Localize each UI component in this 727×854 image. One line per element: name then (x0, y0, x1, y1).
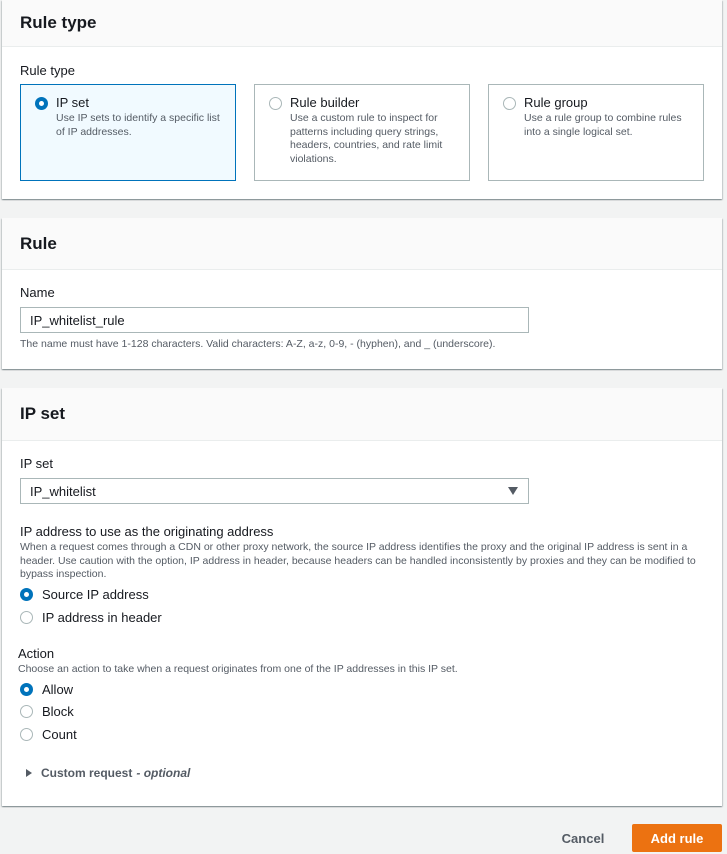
count-label: Count (42, 727, 77, 742)
allow-label: Allow (42, 682, 74, 697)
rule-name-constraint: The name must have 1-128 characters. Val… (20, 338, 496, 350)
rule-type-tile-rule-group[interactable]: Rule group Use a rule group to combine r… (488, 84, 704, 181)
cancel-button[interactable]: Cancel (552, 826, 614, 850)
source-ip-radio[interactable] (20, 588, 33, 601)
rule-group-radio[interactable] (503, 97, 516, 110)
origin-option-source-ip[interactable]: Source IP address (20, 587, 149, 602)
header-ip-label: IP address in header (42, 610, 162, 625)
rule-type-tile-rule-builder[interactable]: Rule builder Use a custom rule to inspec… (254, 84, 470, 181)
rule-panel: Rule Name IP_whitelist_rule The name mus… (2, 218, 722, 369)
rule-name-value: IP_whitelist_rule (30, 312, 125, 328)
origin-address-description: When a request comes through a CDN or ot… (20, 541, 696, 580)
tile-title-rule-builder: Rule builder (290, 95, 360, 110)
rule-name-input[interactable]: IP_whitelist_rule (20, 307, 529, 333)
rule-type-tile-ip-set[interactable]: IP set Use IP sets to identify a specifi… (20, 84, 236, 181)
rule-type-panel-title: Rule type (20, 13, 97, 32)
custom-request-label: Custom request (41, 766, 133, 780)
block-radio[interactable] (20, 705, 33, 718)
custom-request-expander[interactable]: Custom request - optional (26, 766, 190, 780)
ip-set-field-label: IP set (20, 456, 54, 471)
action-option-allow[interactable]: Allow (20, 682, 73, 697)
ip-set-radio[interactable] (35, 97, 48, 110)
rule-builder-radio[interactable] (269, 97, 282, 110)
ip-set-panel-header: IP set (2, 388, 722, 441)
origin-address-label: IP address to use as the originating add… (20, 524, 274, 539)
source-ip-label: Source IP address (42, 587, 149, 602)
allow-radio[interactable] (20, 683, 33, 696)
custom-request-optional: - optional (136, 766, 191, 780)
caret-right-icon (26, 769, 32, 777)
caret-down-icon (508, 487, 518, 495)
action-option-block[interactable]: Block (20, 704, 74, 719)
add-rule-button[interactable]: Add rule (632, 824, 722, 852)
tile-desc-rule-group: Use a rule group to combine rules into a… (524, 112, 682, 138)
ip-set-select[interactable]: IP_whitelist (20, 478, 529, 504)
rule-name-label: Name (20, 285, 55, 300)
rule-type-panel: Rule type Rule type IP set Use IP sets t… (2, 0, 722, 199)
rule-type-field-label: Rule type (20, 63, 75, 78)
tile-title-ip-set: IP set (56, 95, 90, 110)
action-description: Choose an action to take when a request … (18, 663, 458, 675)
count-radio[interactable] (20, 728, 33, 741)
block-label: Block (42, 704, 74, 719)
header-ip-radio[interactable] (20, 611, 33, 624)
tile-title-rule-group: Rule group (524, 95, 588, 110)
rule-panel-title: Rule (20, 233, 57, 253)
origin-option-header[interactable]: IP address in header (20, 610, 162, 625)
ip-set-select-value: IP_whitelist (30, 483, 96, 499)
rule-panel-header: Rule (2, 218, 722, 270)
ip-set-panel-title: IP set (20, 404, 66, 423)
action-label: Action (18, 646, 55, 661)
action-option-count[interactable]: Count (20, 727, 77, 742)
rule-type-panel-header: Rule type (2, 0, 722, 47)
tile-desc-ip-set: Use IP sets to identify a specific list … (56, 112, 220, 138)
tile-desc-rule-builder: Use a custom rule to inspect for pattern… (290, 112, 443, 165)
